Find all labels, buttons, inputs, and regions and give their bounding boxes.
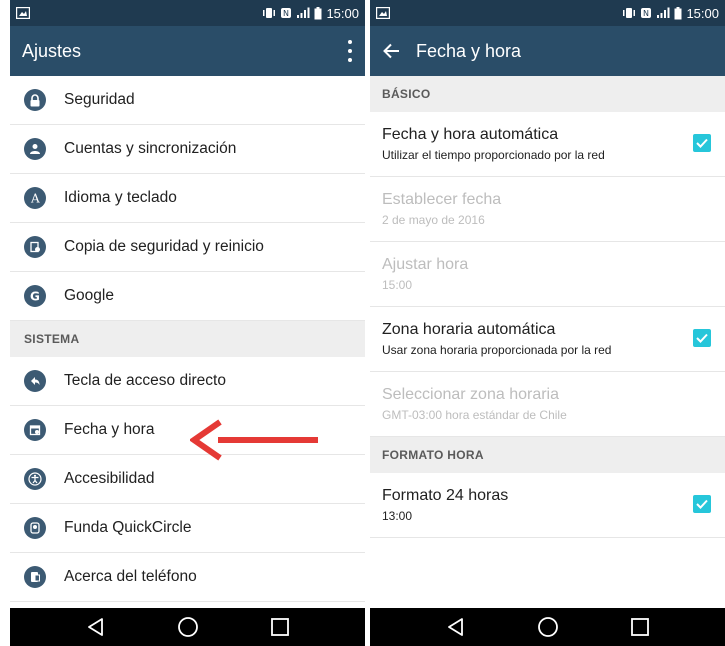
- status-bar: N 15:00: [370, 0, 725, 26]
- vibrate-icon: [263, 8, 276, 18]
- settings-item-label: Google: [64, 287, 114, 304]
- svg-text:N: N: [643, 9, 649, 18]
- app-bar: Fecha y hora: [370, 26, 725, 76]
- settings-item-label: Acerca del teléfono: [64, 568, 197, 585]
- settings-item-label: Copia de seguridad y reinicio: [64, 238, 264, 255]
- set-date-value: 2 de mayo de 2016: [382, 213, 485, 227]
- auto-timezone-subtitle: Usar zona horaria proporcionada por la r…: [382, 343, 612, 357]
- auto-timezone-title: Zona horaria automática: [382, 321, 556, 338]
- navigation-bar: [10, 608, 365, 646]
- svg-text:A: A: [30, 192, 40, 206]
- quickcircle-icon: [24, 517, 46, 539]
- auto-datetime-subtitle: Utilizar el tiempo proporcionado por la …: [382, 148, 605, 162]
- select-timezone-value: GMT-03:00 hora estándar de Chile: [382, 408, 567, 422]
- settings-item-label: Idioma y teclado: [64, 189, 177, 206]
- settings-item-label: Cuentas y sincronización: [64, 140, 237, 157]
- svg-text:G: G: [30, 290, 40, 304]
- settings-screen: N 15:00 Ajustes Seguridad Cuentas y sinc…: [10, 0, 365, 646]
- settings-item-tecla[interactable]: Tecla de acceso directo: [10, 357, 365, 406]
- set-time-row: Ajustar hora 15:00: [370, 242, 725, 307]
- language-icon: A: [24, 187, 46, 209]
- home-nav-icon[interactable]: [537, 616, 559, 638]
- lock-icon: [24, 89, 46, 111]
- settings-item-idioma[interactable]: A Idioma y teclado: [10, 174, 365, 223]
- settings-item-seguridad[interactable]: Seguridad: [10, 76, 365, 125]
- date-time-settings-list: BÁSICO Fecha y hora automática Utilizar …: [370, 76, 725, 538]
- settings-item-label: Tecla de acceso directo: [64, 372, 226, 389]
- set-time-title: Ajustar hora: [382, 256, 469, 273]
- nfc-icon: N: [641, 8, 652, 18]
- app-bar: Ajustes: [10, 26, 365, 76]
- auto-timezone-checkbox[interactable]: [693, 329, 711, 347]
- home-nav-icon[interactable]: [177, 616, 199, 638]
- back-nav-icon[interactable]: [446, 617, 466, 637]
- back-arrow-icon[interactable]: [382, 43, 400, 59]
- section-header-sistema: SISTEMA: [10, 321, 365, 357]
- set-date-title: Establecer fecha: [382, 191, 502, 208]
- settings-list: Seguridad Cuentas y sincronización A Idi…: [10, 76, 365, 602]
- settings-item-cuentas[interactable]: Cuentas y sincronización: [10, 125, 365, 174]
- settings-item-label: Accesibilidad: [64, 470, 155, 487]
- date-time-screen: N 15:00 Fecha y hora BÁSICO Fecha y hora…: [370, 0, 725, 646]
- format-24h-example: 13:00: [382, 509, 413, 523]
- battery-icon: [314, 6, 322, 19]
- status-bar: N 15:00: [10, 0, 365, 26]
- navigation-bar: [370, 608, 725, 646]
- settings-item-quickcircle[interactable]: Funda QuickCircle: [10, 504, 365, 553]
- settings-item-label: Seguridad: [64, 91, 135, 108]
- accessibility-icon: [24, 468, 46, 490]
- select-timezone-row: Seleccionar zona horaria GMT-03:00 hora …: [370, 372, 725, 437]
- back-nav-icon[interactable]: [86, 617, 106, 637]
- section-header-formato-hora: FORMATO HORA: [370, 437, 725, 473]
- set-time-value: 15:00: [382, 278, 413, 292]
- battery-icon: [674, 6, 682, 19]
- format-24h-row[interactable]: Formato 24 horas 13:00: [370, 473, 725, 538]
- section-header-basico: BÁSICO: [370, 76, 725, 112]
- settings-item-label: Fecha y hora: [64, 421, 155, 438]
- format-24h-title: Formato 24 horas: [382, 487, 509, 504]
- status-time: 15:00: [686, 5, 719, 21]
- status-time: 15:00: [326, 5, 359, 21]
- svg-text:N: N: [283, 9, 289, 18]
- select-timezone-title: Seleccionar zona horaria: [382, 386, 559, 403]
- nfc-icon: N: [281, 8, 292, 18]
- clock-calendar-icon: [24, 419, 46, 441]
- screenshot-notification-icon: [16, 7, 30, 19]
- auto-datetime-checkbox[interactable]: [693, 134, 711, 152]
- signal-icon: [297, 7, 310, 18]
- recents-nav-icon[interactable]: [270, 617, 290, 637]
- settings-item-copia[interactable]: Copia de seguridad y reinicio: [10, 223, 365, 272]
- set-date-row: Establecer fecha 2 de mayo de 2016: [370, 177, 725, 242]
- backup-icon: [24, 236, 46, 258]
- screenshot-notification-icon: [376, 7, 390, 19]
- signal-icon: [657, 7, 670, 18]
- settings-item-google[interactable]: G Google: [10, 272, 365, 321]
- vibrate-icon: [623, 8, 636, 18]
- shortcut-key-icon: [24, 370, 46, 392]
- page-title: Ajustes: [22, 40, 82, 61]
- annotation-arrow-icon: [190, 419, 318, 461]
- google-icon: G: [24, 285, 46, 307]
- overflow-menu-icon[interactable]: [343, 38, 357, 64]
- settings-item-label: Funda QuickCircle: [64, 519, 192, 536]
- auto-datetime-title: Fecha y hora automática: [382, 126, 559, 143]
- recents-nav-icon[interactable]: [630, 617, 650, 637]
- settings-item-acerca[interactable]: Acerca del teléfono: [10, 553, 365, 602]
- page-title: Fecha y hora: [416, 40, 522, 61]
- phone-info-icon: [24, 566, 46, 588]
- auto-timezone-row[interactable]: Zona horaria automática Usar zona horari…: [370, 307, 725, 372]
- format-24h-checkbox[interactable]: [693, 495, 711, 513]
- account-icon: [24, 138, 46, 160]
- auto-datetime-row[interactable]: Fecha y hora automática Utilizar el tiem…: [370, 112, 725, 177]
